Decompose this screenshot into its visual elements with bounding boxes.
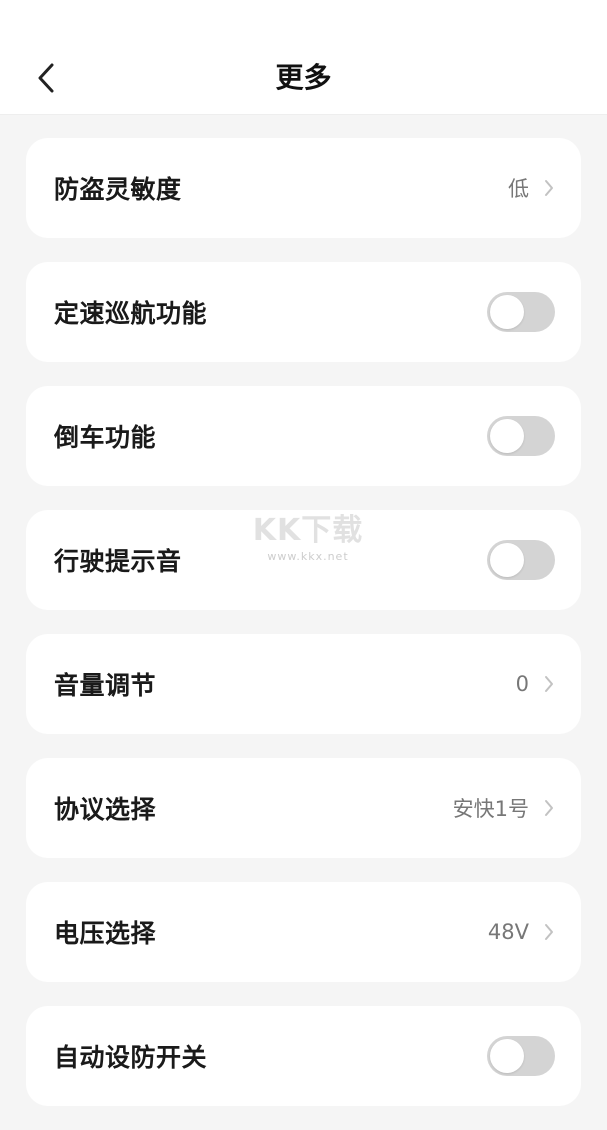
setting-label: 电压选择 xyxy=(54,919,157,948)
setting-value-group: 低 xyxy=(508,173,555,203)
setting-volume[interactable]: 音量调节 0 xyxy=(26,634,581,734)
toggle-knob xyxy=(490,419,524,453)
setting-auto-arm: 自动设防开关 xyxy=(26,1006,581,1106)
settings-list: 防盗灵敏度 低 定速巡航功能 倒车功能 行驶提示音 音量调节 0 协议选择 安快… xyxy=(26,138,581,1130)
top-bar: 更多 xyxy=(0,0,607,115)
chevron-right-icon xyxy=(543,798,555,818)
setting-label: 行驶提示音 xyxy=(54,547,182,576)
setting-reverse: 倒车功能 xyxy=(26,386,581,486)
setting-protocol[interactable]: 协议选择 安快1号 xyxy=(26,758,581,858)
setting-value-group: 安快1号 xyxy=(453,793,555,823)
toggle-knob xyxy=(490,295,524,329)
setting-value-group: 48V xyxy=(488,920,555,944)
setting-value: 安快1号 xyxy=(452,797,529,821)
setting-value: 低 xyxy=(508,177,529,201)
setting-label: 音量调节 xyxy=(54,671,157,700)
page-title: 更多 xyxy=(275,61,332,94)
toggle-knob xyxy=(490,543,524,577)
chevron-right-icon xyxy=(543,674,555,694)
reverse-toggle[interactable] xyxy=(487,416,555,456)
driving-sound-toggle[interactable] xyxy=(487,540,555,580)
setting-label: 协议选择 xyxy=(54,795,157,824)
setting-antitheft-sensitivity[interactable]: 防盗灵敏度 低 xyxy=(26,138,581,238)
setting-label: 自动设防开关 xyxy=(54,1043,208,1072)
setting-value-group: 0 xyxy=(516,672,555,696)
setting-voltage[interactable]: 电压选择 48V xyxy=(26,882,581,982)
setting-value: 48V xyxy=(487,920,529,944)
auto-arm-toggle[interactable] xyxy=(487,1036,555,1076)
setting-label: 倒车功能 xyxy=(54,423,157,452)
setting-driving-sound: 行驶提示音 xyxy=(26,510,581,610)
cruise-control-toggle[interactable] xyxy=(487,292,555,332)
toggle-knob xyxy=(490,1039,524,1073)
setting-label: 防盗灵敏度 xyxy=(54,175,182,204)
chevron-right-icon xyxy=(543,178,555,198)
setting-cruise-control: 定速巡航功能 xyxy=(26,262,581,362)
setting-label: 定速巡航功能 xyxy=(54,299,208,328)
setting-value: 0 xyxy=(515,672,529,696)
chevron-right-icon xyxy=(543,922,555,942)
